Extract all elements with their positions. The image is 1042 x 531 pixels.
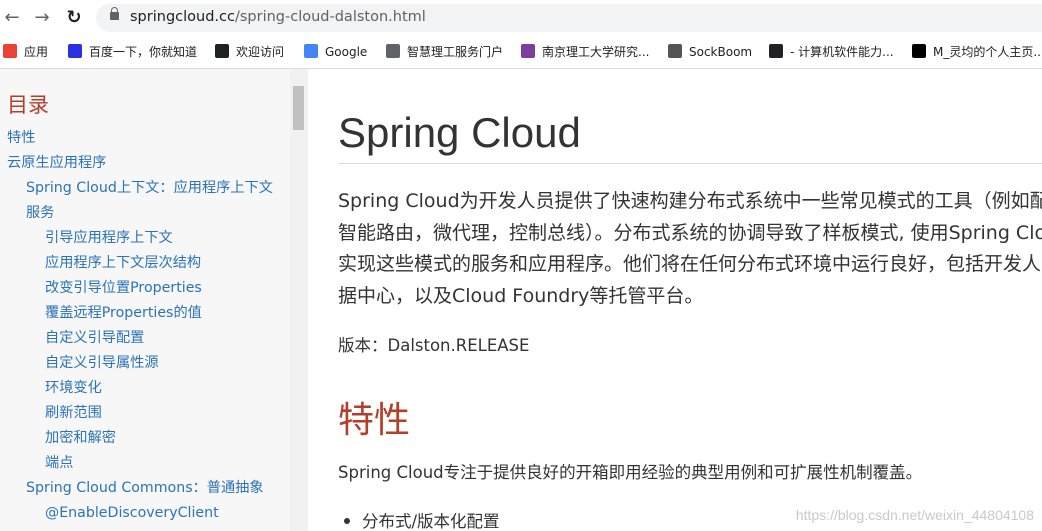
google-g-icon xyxy=(304,44,318,58)
intro-line: 智能路由，微代理，控制总线）。分布式系统的协调导致了样板模式, 使用Spring… xyxy=(338,221,1042,244)
bookmark-item[interactable]: SockBoom xyxy=(668,42,752,62)
toc-link[interactable]: 改变引导位置Properties xyxy=(0,276,290,301)
bookmark-label: M_灵均的个人主页... xyxy=(933,45,1042,59)
bookmark-label: 南京理工大学研究... xyxy=(542,45,650,59)
bookmark-label: Google xyxy=(325,45,368,59)
bookmark-item[interactable]: Google xyxy=(304,42,367,62)
scrollbar-thumb[interactable] xyxy=(293,86,304,130)
bookmark-label: 百度一下，你就知道 xyxy=(89,45,198,59)
features-heading: 特性 xyxy=(338,400,411,441)
toc-link[interactable]: ServiceRegistry xyxy=(0,526,290,531)
toc-title: 目录 xyxy=(7,93,49,117)
bookmark-item[interactable]: 百度一下，你就知道 xyxy=(68,42,197,62)
intro-line: Spring Cloud为开发人员提供了快速构建分布式系统中一些常见模式的工具（… xyxy=(338,190,1042,212)
toc-link[interactable]: 云原生应用程序 xyxy=(0,151,290,176)
intro-line: 据中心，以及Cloud Foundry等托管平台。 xyxy=(338,284,704,307)
toc-link[interactable]: 覆盖远程Properties的值 xyxy=(0,301,290,326)
bookmark-item[interactable]: 智慧理工服务门户 xyxy=(386,42,503,62)
page-title: Spring Cloud xyxy=(338,109,581,156)
toc-link[interactable]: 应用程序上下文层次结构 xyxy=(0,251,290,276)
toc-link[interactable]: Spring Cloud Commons：普通抽象 xyxy=(0,476,290,501)
toc-link[interactable]: 引导应用程序上下文 xyxy=(0,226,290,251)
bookmark-item[interactable]: M_灵均的个人主页... xyxy=(912,42,1042,62)
baidu-paw-icon xyxy=(68,44,82,58)
toc-link[interactable]: Spring Cloud上下文：应用程序上下文服务 xyxy=(0,176,290,226)
url-text: springcloud.cc/spring-cloud-dalston.html xyxy=(130,9,426,25)
bookmark-item[interactable]: - 计算机软件能力... xyxy=(769,42,894,62)
intro-line: 实现这些模式的服务和应用程序。他们将在任何分布式环境中运行良好，包括开发人员自己… xyxy=(338,253,1042,275)
toc-link[interactable]: 自定义引导属性源 xyxy=(0,351,290,376)
reload-icon[interactable]: ↻ xyxy=(64,8,84,28)
intro-paragraph: Spring Cloud为开发人员提供了快速构建分布式系统中一些常见模式的工具（… xyxy=(338,186,1042,312)
toc-link[interactable]: 加密和解密 xyxy=(0,426,290,451)
bookmark-label: 应用 xyxy=(24,45,49,59)
bookmarks-bar: 应用 百度一下，你就知道 欢迎访问 Google 智慧理工服务门户 南京理工大学研究...… xyxy=(0,36,1042,69)
sidebar-scrollbar[interactable] xyxy=(290,69,308,531)
list-item: 分布式/版本化配置 xyxy=(344,508,500,531)
bookmark-label: 欢迎访问 xyxy=(236,45,285,59)
bullet-icon xyxy=(344,518,350,524)
toc-link[interactable]: @EnableDiscoveryClient xyxy=(0,501,290,526)
lock-icon xyxy=(110,7,119,20)
title-divider xyxy=(338,163,1042,164)
bookmark-label: 智慧理工服务门户 xyxy=(407,45,504,59)
bookmark-item[interactable]: 南京理工大学研究... xyxy=(521,42,649,62)
address-bar[interactable]: springcloud.cc/spring-cloud-dalston.html xyxy=(96,4,1042,32)
toc-sidebar: 目录 特性 云原生应用程序 Spring Cloud上下文：应用程序上下文服务 引导应… xyxy=(0,69,308,531)
toc-list: 特性 云原生应用程序 Spring Cloud上下文：应用程序上下文服务 引导应用程序… xyxy=(0,126,290,531)
main-content: Spring Cloud Spring Cloud为开发人员提供了快速构建分布式… xyxy=(308,69,1042,531)
back-arrow-icon[interactable]: ← xyxy=(2,8,22,28)
toc-link[interactable]: 自定义引导配置 xyxy=(0,326,290,351)
sockboom-icon xyxy=(668,44,682,58)
watermark: https://blog.csdn.net/weixin_44804108 xyxy=(795,507,1034,523)
university-seal-icon xyxy=(521,44,535,58)
globe-icon xyxy=(769,44,783,58)
toc-link[interactable]: 环境变化 xyxy=(0,376,290,401)
features-description: Spring Cloud专注于提供良好的开箱即用经验的典型用例和可扩展性机制覆盖… xyxy=(338,463,923,482)
bookmark-item[interactable]: 欢迎访问 xyxy=(215,42,284,62)
version-text: 版本：Dalston.RELEASE xyxy=(338,336,530,355)
bullet-label: 分布式/版本化配置 xyxy=(362,512,500,531)
toc-link[interactable]: 刷新范围 xyxy=(0,401,290,426)
apps-grid-icon xyxy=(3,44,17,58)
browser-toolbar: ← → ↻ springcloud.cc/spring-cloud-dalsto… xyxy=(0,0,1042,36)
bookmark-item[interactable]: 应用 xyxy=(3,42,48,62)
toc-link[interactable]: 特性 xyxy=(0,126,290,151)
bookmark-label: - 计算机软件能力... xyxy=(790,45,894,59)
forward-arrow-icon[interactable]: → xyxy=(32,8,52,28)
globe-icon xyxy=(215,44,229,58)
toc-link[interactable]: 端点 xyxy=(0,451,290,476)
bookmark-label: SockBoom xyxy=(689,45,753,59)
profile-icon xyxy=(912,44,926,58)
home-icon xyxy=(386,44,400,58)
